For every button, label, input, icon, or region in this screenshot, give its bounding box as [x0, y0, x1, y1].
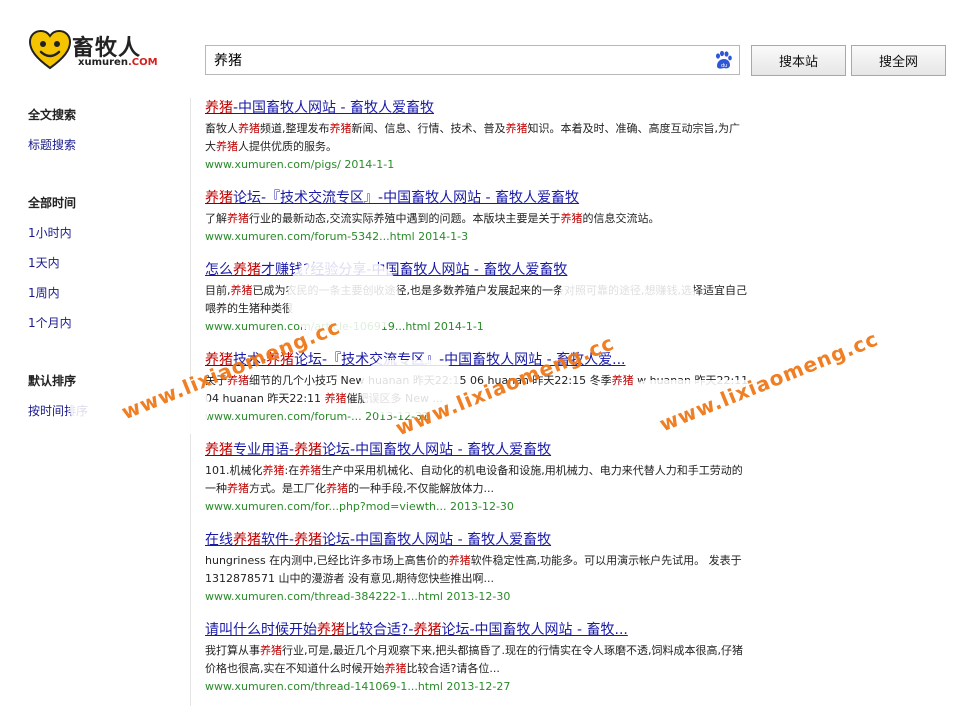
text-segment: 论坛-中国畜牧人网站 - 畜牧人爱畜牧	[322, 532, 552, 548]
keyword-highlight: 养猪	[260, 644, 282, 657]
search-result: 请叫什么时候开始养猪比较合适?-养猪论坛-中国畜牧人网站 - 畜牧... 我打算从…	[205, 620, 750, 696]
text-segment: 在线	[205, 532, 233, 548]
keyword-highlight: 养猪	[299, 464, 322, 477]
result-url: www.xumuren.com/for...php?mod=viewth... …	[205, 500, 514, 513]
text-segment: 频道,整理发布	[260, 122, 330, 135]
keyword-highlight: 养猪	[238, 122, 260, 135]
keyword-highlight: 养猪	[233, 262, 261, 278]
text-segment: 专业用语-	[233, 442, 295, 458]
text-segment: 论坛-『技术交流专区』-中国畜牧人网站 - 畜牧人爱畜牧	[233, 190, 580, 206]
text-segment: 了解	[205, 212, 227, 225]
keyword-highlight: 养猪	[413, 622, 442, 638]
watermark-blot	[288, 262, 398, 332]
keyword-highlight: 养猪	[216, 140, 238, 153]
result-snippet: hungriness 在内测中,已经比许多市场上高售价的养猪软件稳定性高,功能多…	[205, 552, 750, 588]
text-segment: 软件-	[261, 532, 295, 548]
text-segment: -中国畜牧人网站 - 畜牧人爱畜牧	[233, 100, 435, 116]
search-input[interactable]	[206, 46, 702, 74]
text-segment: 目前,	[205, 284, 231, 297]
result-url: www.xumuren.com/pigs/ 2014-1-1	[205, 158, 395, 171]
text-segment: :在	[284, 464, 300, 477]
search-site-button[interactable]: 搜本站	[751, 45, 846, 76]
text-segment: 论坛-中国畜牧人网站 - 畜牧...	[441, 622, 628, 638]
heart-logo-icon	[28, 29, 72, 70]
keyword-highlight: 养猪	[611, 374, 634, 387]
keyword-highlight: 养猪	[448, 554, 471, 567]
sidebar-filter-link[interactable]: 1个月内	[28, 314, 178, 344]
sidebar-filter-link[interactable]: 1小时内	[28, 224, 178, 254]
keyword-highlight: 养猪	[205, 100, 233, 116]
site-logo[interactable]: 畜牧人 xumuren.COM	[28, 28, 168, 78]
sidebar-group-title[interactable]: 全文搜索	[28, 106, 178, 136]
baidu-paw-icon[interactable]: du	[713, 50, 733, 70]
result-url: www.xumuren.com/forum-5342...html 2014-1…	[205, 230, 469, 243]
search-result: 在线养猪软件-养猪论坛-中国畜牧人网站 - 畜牧人爱畜牧 hungriness 在…	[205, 530, 750, 606]
sidebar-group: 全部时间 1小时内 1天内 1周内 1个月内	[28, 194, 178, 344]
text-segment: 畜牧人	[205, 122, 238, 135]
keyword-highlight: 养猪	[227, 212, 249, 225]
result-snippet: 我打算从事养猪行业,可是,最近几个月观察下来,把头都搞昏了.现在的行情实在令人琢…	[205, 642, 750, 678]
watermark-blot	[560, 268, 695, 323]
svg-text:du: du	[721, 63, 727, 69]
text-segment: 方式。是工厂化	[249, 482, 326, 495]
keyword-highlight: 养猪	[329, 122, 352, 135]
keyword-highlight: 养猪	[233, 532, 261, 548]
search-web-button[interactable]: 搜全网	[851, 45, 946, 76]
text-segment: 的信息交流站。	[582, 212, 660, 225]
keyword-highlight: 养猪	[505, 122, 528, 135]
result-snippet: 畜牧人养猪频道,整理发布养猪新闻、信息、行情、技术、普及养猪知识。本着及时、准确…	[205, 120, 750, 156]
sidebar-filter-link[interactable]: 1天内	[28, 254, 178, 284]
sidebar-group-title[interactable]: 全部时间	[28, 194, 178, 224]
header: 畜牧人 xumuren.COM du 搜本站 搜全网	[0, 0, 967, 95]
keyword-highlight: 养猪	[230, 284, 253, 297]
result-url: www.xumuren.com/thread-141069-1...html 2…	[205, 680, 511, 693]
text-segment: 比较合适?请各位...	[406, 662, 500, 675]
search-result: 养猪论坛-『技术交流专区』-中国畜牧人网站 - 畜牧人爱畜牧 了解养猪行业的最新动…	[205, 188, 750, 246]
keyword-highlight: 养猪	[560, 212, 583, 225]
text-segment: 的一种手段,不仅能解放体力...	[348, 482, 494, 495]
keyword-highlight: 养猪	[205, 442, 233, 458]
keyword-highlight: 养猪	[262, 464, 285, 477]
result-title-link[interactable]: 养猪论坛-『技术交流专区』-中国畜牧人网站 - 畜牧人爱畜牧	[205, 188, 750, 208]
text-segment: 怎么	[205, 262, 233, 278]
keyword-highlight: 养猪	[294, 532, 323, 548]
result-snippet: 101.机械化养猪:在养猪生产中采用机械化、自动化的机电设备和设施,用机械力、电…	[205, 462, 750, 498]
keyword-highlight: 养猪	[324, 392, 347, 405]
search-result: 养猪-中国畜牧人网站 - 畜牧人爱畜牧 畜牧人养猪频道,整理发布养猪新闻、信息、行…	[205, 98, 750, 174]
text-segment: 比较合适?-	[345, 622, 414, 638]
result-snippet: 了解养猪行业的最新动态,交流实际养殖中遇到的问题。本版块主要是关于养猪的信息交流…	[205, 210, 750, 228]
text-segment: 行业的最新动态,交流实际养殖中遇到的问题。本版块主要是关于	[249, 212, 561, 225]
keyword-highlight: 养猪	[205, 190, 233, 206]
sidebar-filter-link[interactable]: 1周内	[28, 284, 178, 314]
text-segment: 101.机械化	[205, 464, 263, 477]
text-segment: 人提供优质的服务。	[238, 140, 337, 153]
text-segment: 我打算从事	[205, 644, 260, 657]
text-segment: 请叫什么时候开始	[205, 622, 317, 638]
result-url: www.xumuren.com/thread-384222-1...html 2…	[205, 590, 511, 603]
sidebar-group: 全文搜索 标题搜索	[28, 106, 178, 166]
keyword-highlight: 养猪	[384, 662, 407, 675]
logo-text-en: xumuren.COM	[78, 57, 158, 68]
text-segment: 论坛-中国畜牧人网站 - 畜牧人爱畜牧	[322, 442, 552, 458]
keyword-highlight: 养猪	[227, 482, 249, 495]
result-title-link[interactable]: 在线养猪软件-养猪论坛-中国畜牧人网站 - 畜牧人爱畜牧	[205, 530, 750, 550]
keyword-highlight: 养猪	[317, 622, 345, 638]
result-title-link[interactable]: 养猪-中国畜牧人网站 - 畜牧人爱畜牧	[205, 98, 750, 118]
text-segment: hungriness 在内测中,已经比许多市场上高售价的	[205, 554, 449, 567]
keyword-highlight: 养猪	[294, 442, 323, 458]
search-box: du	[205, 45, 740, 75]
result-title-link[interactable]: 养猪专业用语-养猪论坛-中国畜牧人网站 - 畜牧人爱畜牧	[205, 440, 750, 460]
search-result: 养猪专业用语-养猪论坛-中国畜牧人网站 - 畜牧人爱畜牧 101.机械化养猪:在养…	[205, 440, 750, 516]
result-title-link[interactable]: 请叫什么时候开始养猪比较合适?-养猪论坛-中国畜牧人网站 - 畜牧...	[205, 620, 750, 640]
text-segment: 新闻、信息、行情、技术、普及	[351, 122, 506, 135]
keyword-highlight: 养猪	[326, 482, 348, 495]
sidebar-filter-link[interactable]: 标题搜索	[28, 136, 178, 166]
